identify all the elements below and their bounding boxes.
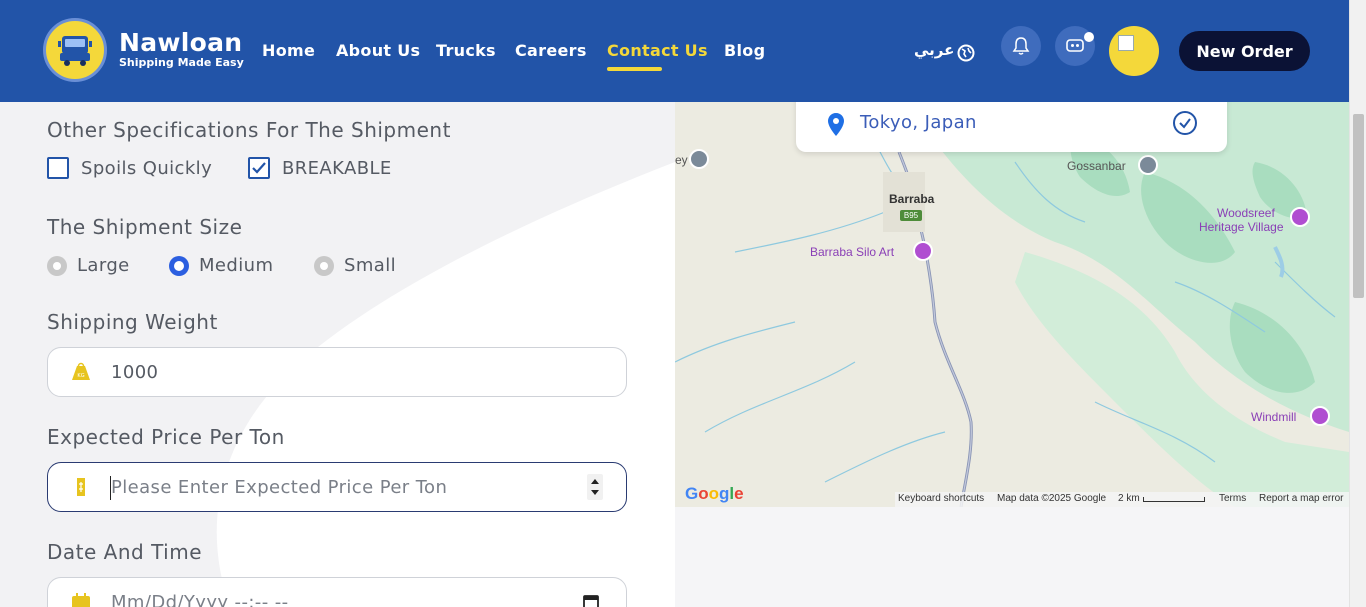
- breakable-label: BREAKABLE: [282, 158, 392, 179]
- other-specs-title: Other Specifications For The Shipment: [47, 118, 451, 142]
- map-data-text: Map data ©2025 Google: [997, 493, 1107, 504]
- expected-price-field[interactable]: Please Enter Expected Price Per Ton: [47, 462, 627, 512]
- keyboard-shortcuts-link[interactable]: Keyboard shortcuts: [898, 493, 984, 504]
- map-label-silo-art: Barraba Silo Art: [810, 245, 895, 259]
- nav-careers[interactable]: Careers: [515, 41, 587, 60]
- datepicker-icon[interactable]: [582, 593, 600, 607]
- place-poi-icon[interactable]: [689, 149, 709, 169]
- broken-image-icon: [1118, 35, 1134, 51]
- brand-tagline: Shipping Made Easy: [119, 56, 244, 69]
- terms-link[interactable]: Terms: [1219, 493, 1246, 504]
- check-icon: [252, 162, 266, 174]
- number-spinner[interactable]: [587, 474, 603, 500]
- weight-icon: KG: [72, 362, 90, 380]
- brand-name: Nawloan: [119, 28, 243, 57]
- size-medium-radio[interactable]: [169, 256, 189, 276]
- scrollbar-thumb[interactable]: [1353, 114, 1364, 298]
- map-label-gossanbar: Gossanbar: [1067, 159, 1126, 173]
- expected-price-title: Expected Price Per Ton: [47, 425, 285, 449]
- nav-contact-us[interactable]: Contact Us: [607, 41, 708, 60]
- page-scrollbar[interactable]: [1349, 0, 1366, 607]
- new-order-button[interactable]: New Order: [1179, 31, 1310, 71]
- landmark-poi-icon[interactable]: [1310, 406, 1330, 426]
- chat-icon: [1066, 39, 1084, 52]
- map-scale-label: 2 km: [1118, 493, 1140, 504]
- date-time-title: Date And Time: [47, 540, 203, 564]
- shipping-weight-field[interactable]: KG 1000: [47, 347, 627, 397]
- size-small-label: Small: [344, 255, 396, 276]
- language-switch[interactable]: عربي: [914, 41, 954, 59]
- active-nav-indicator: [607, 67, 662, 71]
- message-badge: [1084, 32, 1094, 42]
- user-avatar[interactable]: [1109, 26, 1159, 76]
- brand-logo[interactable]: [43, 18, 107, 82]
- shipping-weight-value: 1000: [111, 362, 159, 383]
- top-navbar: Nawloan Shipping Made Easy Home About Us…: [0, 0, 1349, 102]
- breakable-checkbox[interactable]: [248, 157, 270, 179]
- road-badge-b95: B95: [900, 210, 922, 221]
- map-terrain: [675, 102, 1349, 507]
- size-medium-label: Medium: [199, 255, 274, 276]
- expected-price-placeholder: Please Enter Expected Price Per Ton: [111, 477, 448, 498]
- google-logo: Google: [685, 484, 744, 503]
- map-scale-bar: [1143, 497, 1205, 502]
- nav-home[interactable]: Home: [262, 41, 315, 60]
- nav-blog[interactable]: Blog: [724, 41, 765, 60]
- size-small-radio[interactable]: [314, 256, 334, 276]
- map-footer: Keyboard shortcuts Map data ©2025 Google…: [895, 492, 1349, 507]
- brand-text: Nawloan Shipping Made Easy: [119, 29, 244, 70]
- date-time-placeholder: Mm/Dd/Yyyy --:-- --: [111, 592, 289, 607]
- size-large-radio[interactable]: [47, 256, 67, 276]
- spoils-quickly-label: Spoils Quickly: [81, 158, 213, 179]
- page: Nawloan Shipping Made Easy Home About Us…: [0, 0, 1366, 607]
- place-poi-icon[interactable]: [1138, 155, 1158, 175]
- weight-icon-text: KG: [77, 373, 84, 379]
- map-pin-icon: [828, 113, 844, 136]
- google-map[interactable]: Barraba B95 Barraba Silo Art Gossanbar e…: [675, 102, 1349, 507]
- map-label-barraba: Barraba: [889, 192, 935, 206]
- date-time-field[interactable]: Mm/Dd/Yyyy --:-- --: [47, 577, 627, 607]
- check-circle-icon[interactable]: [1172, 110, 1198, 136]
- spoils-quickly-checkbox[interactable]: [47, 157, 69, 179]
- selected-location: Tokyo, Japan: [860, 112, 977, 133]
- camera-poi-icon[interactable]: [913, 241, 933, 261]
- map-label-edge: ey: [675, 153, 688, 167]
- nav-trucks[interactable]: Trucks: [436, 41, 496, 60]
- report-map-error-link[interactable]: Report a map error: [1259, 493, 1343, 504]
- map-label-woodsreef: Woodsreef: [1217, 206, 1275, 220]
- shipment-size-title: The Shipment Size: [47, 215, 243, 239]
- map-label-windmill: Windmill: [1251, 410, 1297, 424]
- size-large-label: Large: [77, 255, 130, 276]
- calendar-icon: [72, 593, 90, 607]
- map-label-heritage-village: Heritage Village: [1199, 220, 1284, 234]
- price-tag-icon: [77, 478, 85, 496]
- bell-icon: [1012, 37, 1030, 55]
- nav-about-us[interactable]: About Us: [336, 41, 420, 60]
- notifications-button[interactable]: [1001, 26, 1041, 66]
- globe-icon[interactable]: [957, 44, 975, 62]
- shipping-weight-title: Shipping Weight: [47, 310, 218, 334]
- museum-poi-icon[interactable]: [1290, 207, 1310, 227]
- truck-icon: [58, 36, 92, 66]
